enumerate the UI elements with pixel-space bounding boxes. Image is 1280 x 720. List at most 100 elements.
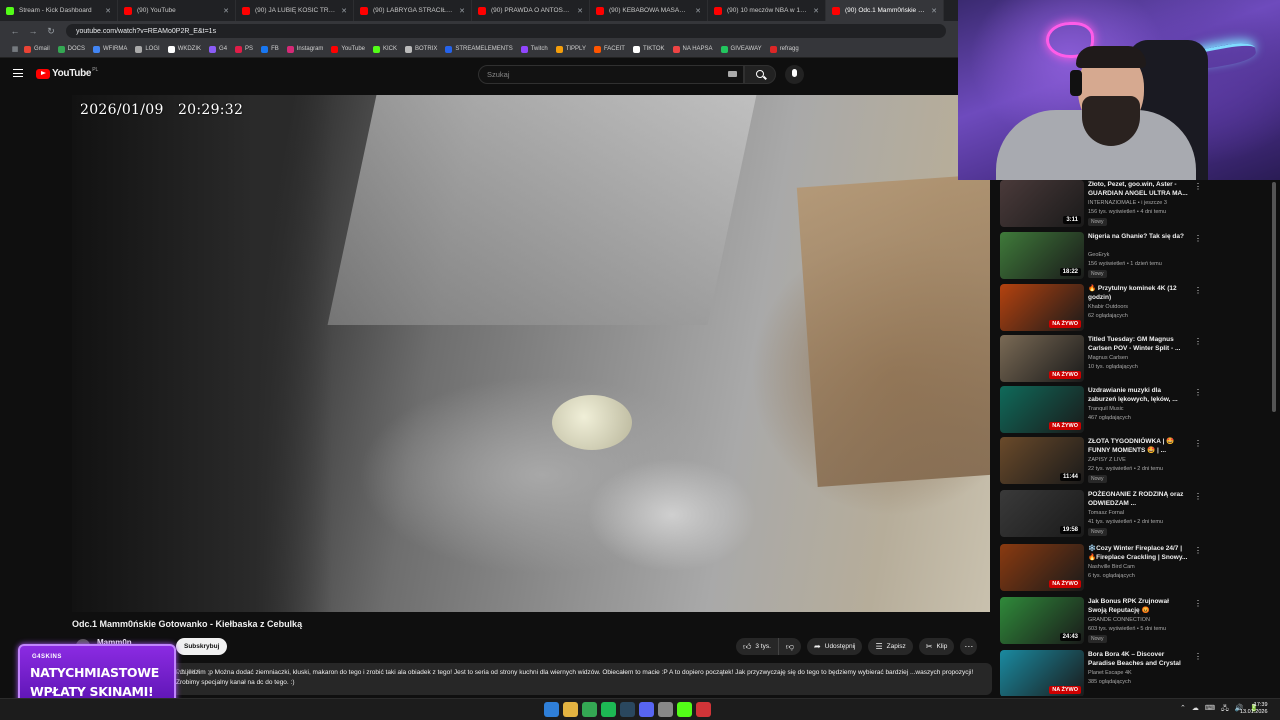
taskbar-app-icon[interactable] — [601, 702, 616, 717]
browser-tab[interactable]: (90) LABRYGA STRACIŁ KONTR ✕ — [354, 0, 472, 21]
more-actions-icon[interactable]: ⋮ — [1194, 546, 1202, 555]
recommendation-channel[interactable]: GeoEryk — [1088, 252, 1109, 258]
recommendation-item[interactable]: 3:11 Złoto, Pezet, goo.win, Aster - GUARD… — [998, 180, 1270, 228]
more-actions-icon[interactable]: ⋮ — [1194, 286, 1202, 295]
video-description[interactable]: ...h jedzim ;p Można dodać ziemniaczki, … — [72, 663, 992, 695]
bookmark-item[interactable]: NA HAPSA — [672, 45, 713, 53]
windows-start-icon[interactable] — [544, 702, 559, 717]
search-input[interactable]: Szukaj — [478, 65, 744, 84]
share-button[interactable]: ➦ Udostępnij — [807, 638, 863, 655]
taskbar-app-icon[interactable] — [696, 702, 711, 717]
bookmark-item[interactable]: TIKTOK — [632, 45, 665, 53]
more-actions-icon[interactable]: ⋮ — [1194, 234, 1202, 243]
recommendation-title[interactable]: ❄️Cozy Winter Fireplace 24/7 | 🔥Fireplac… — [1088, 544, 1188, 562]
tab-close-icon[interactable]: ✕ — [577, 7, 583, 15]
browser-tab[interactable]: (90) YouTube ✕ — [118, 0, 236, 21]
more-actions-icon[interactable]: ⋮ — [1194, 492, 1202, 501]
recommendation-item[interactable]: 11:44 ZŁOTA TYGODNIÓWKA | 🤩 FUNNY MOMENTS… — [998, 437, 1270, 485]
recommendation-thumbnail[interactable]: NA ŻYWO — [1000, 544, 1084, 591]
sidebar-scrollbar[interactable] — [1272, 182, 1276, 412]
tab-close-icon[interactable]: ✕ — [695, 7, 701, 15]
taskbar-app-icon[interactable] — [639, 702, 654, 717]
recommendation-item[interactable]: NA ŻYWO ❄️Cozy Winter Fireplace 24/7 | 🔥F… — [998, 544, 1270, 592]
taskbar-app-icon[interactable] — [658, 702, 673, 717]
more-options-icon[interactable]: ⋯ — [960, 638, 978, 655]
recommendation-item[interactable]: 18:22 Nigeria na Ghanie? Tak się da? GeoEr… — [998, 232, 1270, 280]
browser-tab[interactable]: (90) Odc.1 Mamm0ńskie Go ✕ — [826, 0, 944, 21]
bookmark-item[interactable]: Twitch — [520, 45, 548, 53]
youtube-logo[interactable]: YouTube PL — [36, 67, 98, 79]
recommendation-title[interactable]: Jak Bonus RPK Zrujnował Swoją Reputację … — [1088, 597, 1188, 615]
taskbar-app-icon[interactable] — [677, 702, 692, 717]
recommendation-channel[interactable]: GRANDE CONNECTION — [1088, 617, 1150, 623]
recommendation-title[interactable]: Nigeria na Ghanie? Tak się da? — [1088, 232, 1188, 241]
keyboard-icon[interactable] — [728, 71, 737, 77]
browser-tab[interactable]: (90) KEBABOWA MASAKRA W ✕ — [590, 0, 708, 21]
recommendation-channel[interactable]: Magnus Carlsen — [1088, 355, 1128, 361]
recommendation-item[interactable]: NA ŻYWO Titled Tuesday: GM Magnus Carlsen… — [998, 335, 1270, 383]
recommendation-thumbnail[interactable]: 18:22 — [1000, 232, 1084, 279]
tab-close-icon[interactable]: ✕ — [223, 7, 229, 15]
recommendation-title[interactable]: Bora Bora 4K – Discover Paradise Beaches… — [1088, 650, 1188, 668]
recommendation-channel[interactable]: Khabir Outdoors — [1088, 304, 1128, 310]
bookmark-item[interactable]: refragg — [769, 45, 799, 53]
apps-grid-icon[interactable]: ▦ — [6, 45, 24, 53]
recommendation-thumbnail[interactable]: NA ŻYWO — [1000, 650, 1084, 696]
bookmark-item[interactable]: G4 — [209, 45, 227, 53]
bookmark-item[interactable]: GIVEAWAY — [720, 45, 762, 53]
bookmark-item[interactable]: Instagram — [286, 45, 323, 53]
recommendation-channel[interactable]: INTERNAZIOMALE • i jeszcze 3 — [1088, 200, 1167, 206]
recommendation-title[interactable]: POŻEGNANIE Z RODZINĄ oraz ODWIEDZAM ... — [1088, 490, 1188, 508]
recommendation-title[interactable]: Titled Tuesday: GM Magnus Carlsen POV - … — [1088, 335, 1188, 353]
recommendation-title[interactable]: ZŁOTA TYGODNIÓWKA | 🤩 FUNNY MOMENTS 🤩 | … — [1088, 437, 1188, 455]
bookmark-item[interactable]: FB — [261, 45, 279, 53]
browser-tab[interactable]: (90) JA LUBIĘ KOSIĆ TRAWĘ | C ✕ — [236, 0, 354, 21]
recommendation-item[interactable]: NA ŻYWO 🔥 Przytulny kominek 4K (12 godzin… — [998, 284, 1270, 332]
more-actions-icon[interactable]: ⋮ — [1194, 337, 1202, 346]
bookmark-item[interactable]: KICK — [373, 45, 397, 53]
dislike-button[interactable]: 👎︎ — [778, 638, 802, 655]
recommendation-title[interactable]: 🔥 Przytulny kominek 4K (12 godzin) — [1088, 284, 1188, 302]
bookmark-item[interactable]: YouTube — [331, 45, 365, 53]
browser-tab[interactable]: Stream - Kick Dashboard ✕ — [0, 0, 118, 21]
recommendation-item[interactable]: NA ŻYWO Uzdrawianie muzyki dla zaburzeń l… — [998, 386, 1270, 434]
tab-close-icon[interactable]: ✕ — [341, 7, 347, 15]
like-button[interactable]: 👍︎ 3 tys. — [736, 638, 779, 655]
save-button[interactable]: ☰ Zapisz — [868, 638, 913, 655]
video-player[interactable]: 2026/01/09 20:29:32 — [72, 95, 990, 612]
taskbar-app-icon[interactable] — [582, 702, 597, 717]
tab-close-icon[interactable]: ✕ — [459, 7, 465, 15]
url-field[interactable]: youtube.com/watch?v=REAMo0P2R_E&t=1s — [66, 24, 946, 38]
bookmark-item[interactable]: WKDZIK — [167, 45, 201, 53]
tab-close-icon[interactable]: ✕ — [105, 7, 111, 15]
recommendation-item[interactable]: 19:58 POŻEGNANIE Z RODZINĄ oraz ODWIEDZAM… — [998, 490, 1270, 538]
taskbar-clock[interactable]: 17:39 13.01.2026 — [1240, 702, 1268, 716]
tab-close-icon[interactable]: ✕ — [813, 7, 819, 15]
forward-arrow-icon[interactable]: → — [24, 26, 42, 36]
recommendation-thumbnail[interactable]: 3:11 — [1000, 180, 1084, 227]
recommendation-item[interactable]: 24:43 Jak Bonus RPK Zrujnował Swoją Reput… — [998, 597, 1270, 645]
subscribe-button[interactable]: Subskrybuj — [176, 638, 228, 655]
bookmark-item[interactable]: Gmail — [24, 45, 50, 53]
recommendation-thumbnail[interactable]: 11:44 — [1000, 437, 1084, 484]
more-actions-icon[interactable]: ⋮ — [1194, 652, 1202, 661]
tray-icon[interactable]: 🖧 — [1221, 704, 1229, 715]
more-actions-icon[interactable]: ⋮ — [1194, 599, 1202, 608]
recommendation-thumbnail[interactable]: NA ŻYWO — [1000, 284, 1084, 331]
more-actions-icon[interactable]: ⋮ — [1194, 439, 1202, 448]
recommendation-channel[interactable]: Tranquil Music — [1088, 406, 1124, 412]
bookmark-item[interactable]: LOGI — [135, 45, 160, 53]
bookmark-item[interactable]: FACEIT — [593, 45, 625, 53]
taskbar-app-icon[interactable] — [563, 702, 578, 717]
recommendation-channel[interactable]: Nashville Bird Cam — [1088, 564, 1135, 570]
recommendation-thumbnail[interactable]: 24:43 — [1000, 597, 1084, 644]
back-arrow-icon[interactable]: ← — [6, 26, 24, 36]
recommendation-thumbnail[interactable]: NA ŻYWO — [1000, 335, 1084, 382]
browser-tab[interactable]: (90) PRAWDA O ANTOSIACH ✕ — [472, 0, 590, 21]
recommendation-channel[interactable]: Planet Escape 4K — [1088, 670, 1132, 676]
more-actions-icon[interactable]: ⋮ — [1194, 388, 1202, 397]
browser-tab[interactable]: (90) 10 meczów NBA w 100 go ✕ — [708, 0, 826, 21]
recommendation-thumbnail[interactable]: NA ŻYWO — [1000, 386, 1084, 433]
recommendation-channel[interactable]: ZAPISY Z LIVE — [1088, 457, 1126, 463]
bookmark-item[interactable]: DOCS — [57, 45, 85, 53]
